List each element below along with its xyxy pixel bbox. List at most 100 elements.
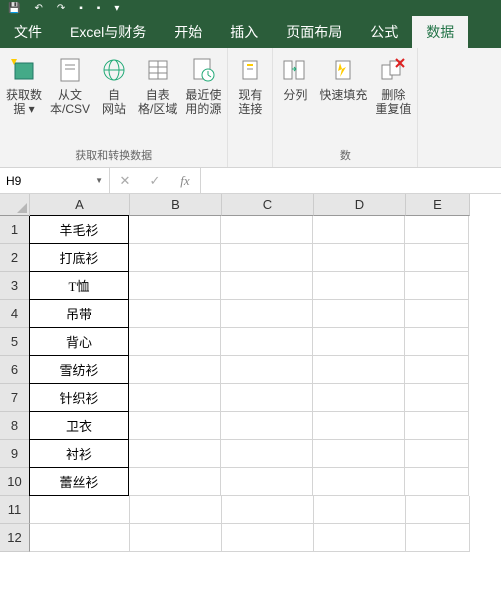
row-header[interactable]: 6	[0, 356, 30, 384]
cell[interactable]	[406, 496, 470, 524]
cell[interactable]	[129, 440, 221, 468]
cell[interactable]	[221, 440, 313, 468]
text-to-columns-button[interactable]: 分列	[275, 52, 315, 145]
cell[interactable]	[30, 524, 130, 552]
cell[interactable]: 雪纺衫	[29, 355, 129, 384]
row-header[interactable]: 3	[0, 272, 30, 300]
cell[interactable]: 羊毛衫	[29, 215, 129, 244]
cell[interactable]	[405, 356, 469, 384]
cell[interactable]	[221, 300, 313, 328]
row-header[interactable]: 12	[0, 524, 30, 552]
cell[interactable]	[405, 300, 469, 328]
cell[interactable]: 打底衫	[29, 243, 129, 272]
cell[interactable]	[405, 328, 469, 356]
qat-icon-4[interactable]: ▪	[79, 3, 83, 14]
cell[interactable]	[221, 356, 313, 384]
cell[interactable]	[221, 272, 313, 300]
cell[interactable]	[313, 412, 405, 440]
cell[interactable]	[405, 244, 469, 272]
row-header[interactable]: 9	[0, 440, 30, 468]
cell[interactable]	[405, 440, 469, 468]
cell[interactable]	[221, 328, 313, 356]
tab-page-layout[interactable]: 页面布局	[272, 16, 356, 48]
from-web-button[interactable]: 自 网站	[94, 52, 134, 145]
formula-input[interactable]	[201, 168, 501, 193]
cell[interactable]	[313, 300, 405, 328]
cell[interactable]	[313, 216, 405, 244]
cell[interactable]	[405, 384, 469, 412]
cell[interactable]	[405, 412, 469, 440]
tab-formulas[interactable]: 公式	[356, 16, 412, 48]
row-header[interactable]: 11	[0, 496, 30, 524]
cell[interactable]	[129, 356, 221, 384]
existing-connections-button[interactable]: 现有 连接	[230, 52, 270, 149]
remove-duplicates-button[interactable]: 删除 重复值	[371, 52, 415, 145]
col-header-C[interactable]: C	[222, 194, 314, 216]
row-header[interactable]: 7	[0, 384, 30, 412]
cell[interactable]: 背心	[29, 327, 129, 356]
cell[interactable]	[314, 496, 406, 524]
cell[interactable]	[130, 524, 222, 552]
cell[interactable]: T恤	[29, 271, 129, 300]
undo-icon[interactable]: ↶	[34, 3, 42, 14]
select-all-corner[interactable]	[0, 194, 30, 216]
cell[interactable]	[313, 244, 405, 272]
cell[interactable]	[221, 468, 313, 496]
cell[interactable]	[405, 468, 469, 496]
cell[interactable]	[30, 496, 130, 524]
cell[interactable]: 针织衫	[29, 383, 129, 412]
cell[interactable]	[221, 412, 313, 440]
cell[interactable]: 卫衣	[29, 411, 129, 440]
cell[interactable]	[313, 356, 405, 384]
cell[interactable]	[129, 412, 221, 440]
col-header-A[interactable]: A	[30, 194, 130, 216]
tab-file[interactable]: 文件	[0, 16, 56, 48]
name-box-dropdown-icon[interactable]: ▼	[95, 176, 103, 185]
row-header[interactable]: 4	[0, 300, 30, 328]
row-header[interactable]: 1	[0, 216, 30, 244]
col-header-E[interactable]: E	[406, 194, 470, 216]
name-box[interactable]: H9 ▼	[0, 168, 110, 193]
cell[interactable]	[405, 272, 469, 300]
qat-icon-5[interactable]: ▪	[97, 3, 101, 14]
cell[interactable]	[129, 272, 221, 300]
cell[interactable]: 衬衫	[29, 439, 129, 468]
fx-icon[interactable]: fx	[170, 173, 200, 189]
cell[interactable]	[313, 384, 405, 412]
col-header-B[interactable]: B	[130, 194, 222, 216]
cell[interactable]	[221, 384, 313, 412]
qat-dropdown-icon[interactable]: ▾	[114, 3, 119, 14]
cell[interactable]: 吊带	[29, 299, 129, 328]
cell[interactable]	[129, 384, 221, 412]
cell[interactable]	[129, 468, 221, 496]
cell[interactable]	[129, 216, 221, 244]
redo-icon[interactable]: ↷	[57, 3, 65, 14]
tab-excel-finance[interactable]: Excel与财务	[56, 16, 160, 48]
cell[interactable]	[313, 468, 405, 496]
cell[interactable]	[313, 272, 405, 300]
cell[interactable]	[221, 216, 313, 244]
row-header[interactable]: 8	[0, 412, 30, 440]
col-header-D[interactable]: D	[314, 194, 406, 216]
cell[interactable]	[313, 328, 405, 356]
cell[interactable]	[405, 216, 469, 244]
tab-home[interactable]: 开始	[160, 16, 216, 48]
cell[interactable]	[406, 524, 470, 552]
recent-sources-button[interactable]: 最近使 用的源	[181, 52, 225, 145]
cell[interactable]	[313, 440, 405, 468]
from-table-button[interactable]: 自表 格/区域	[134, 52, 181, 145]
flash-fill-button[interactable]: 快速填充	[315, 52, 371, 145]
row-header[interactable]: 2	[0, 244, 30, 272]
get-data-button[interactable]: 获取数 据 ▾	[2, 52, 46, 145]
cell[interactable]	[129, 300, 221, 328]
cell[interactable]	[222, 496, 314, 524]
cell[interactable]	[314, 524, 406, 552]
from-csv-button[interactable]: 从文 本/CSV	[46, 52, 94, 145]
cell[interactable]	[222, 524, 314, 552]
cell[interactable]	[130, 496, 222, 524]
row-header[interactable]: 5	[0, 328, 30, 356]
cell[interactable]: 蕾丝衫	[29, 467, 129, 496]
cell[interactable]	[221, 244, 313, 272]
row-header[interactable]: 10	[0, 468, 30, 496]
tab-data[interactable]: 数据	[412, 16, 468, 48]
